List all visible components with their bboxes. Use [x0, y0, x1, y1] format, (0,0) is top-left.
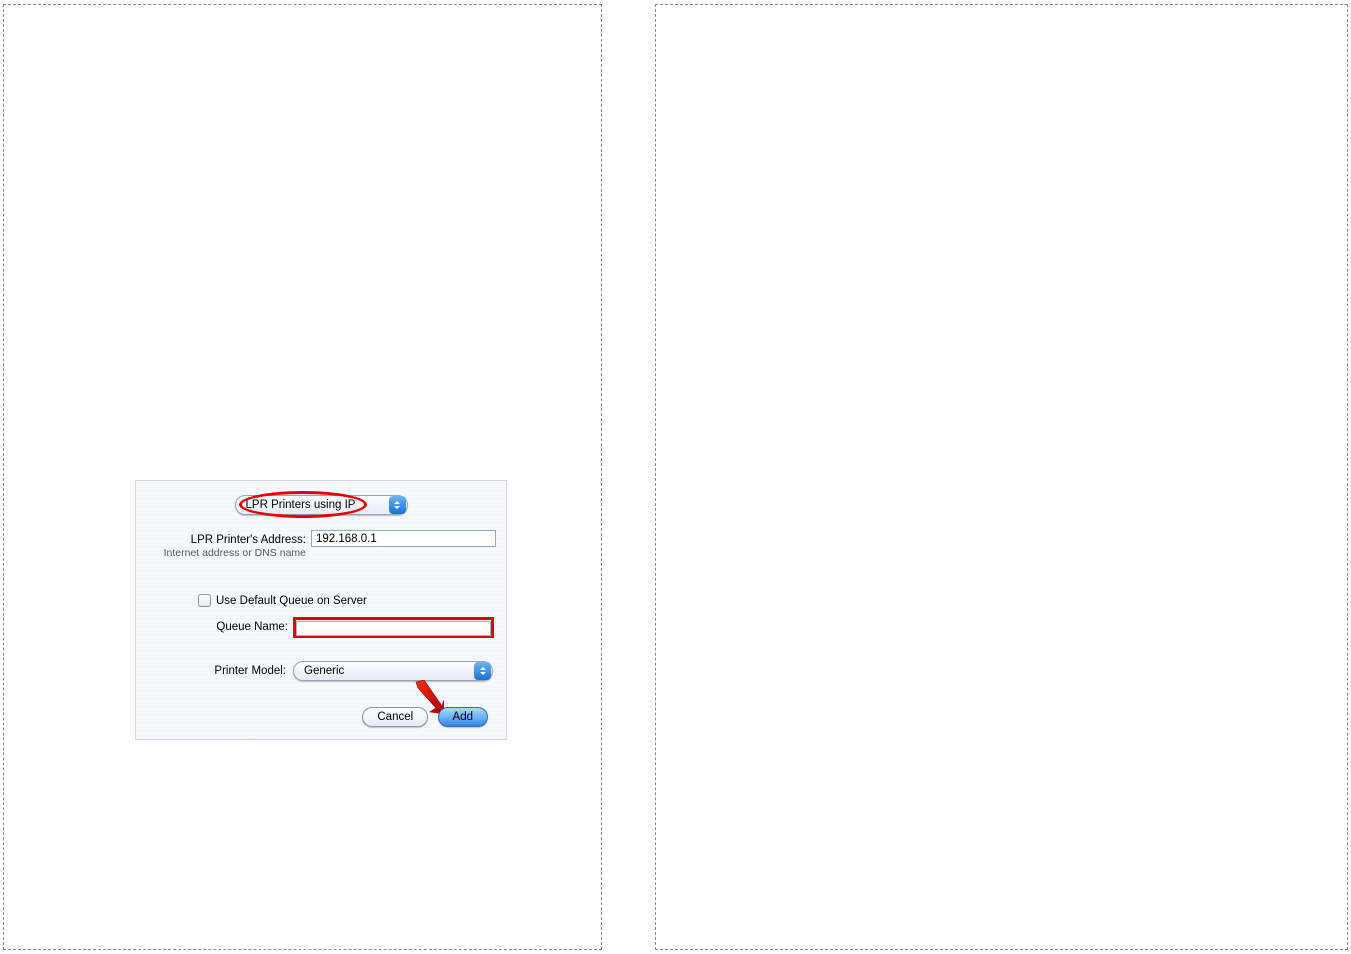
address-labels: LPR Printer's Address: Internet address … — [136, 530, 306, 559]
dialog-buttons: Cancel Add — [356, 707, 488, 727]
address-input[interactable] — [311, 530, 496, 547]
page-frame-left — [3, 4, 602, 950]
printer-model-value: Generic — [304, 665, 474, 677]
printer-add-dialog: LPR Printers using IP LPR Printer's Addr… — [135, 480, 507, 740]
address-label: LPR Printer's Address: — [136, 530, 306, 546]
default-queue-row: Use Default Queue on Server — [198, 594, 367, 607]
printer-model-select[interactable]: Generic — [293, 661, 493, 681]
updown-arrows-icon — [389, 496, 406, 514]
connection-type-select[interactable]: LPR Printers using IP — [235, 495, 408, 515]
default-queue-checkbox[interactable] — [198, 594, 211, 607]
add-button[interactable]: Add — [438, 707, 488, 727]
default-queue-label: Use Default Queue on Server — [216, 595, 367, 607]
cancel-button[interactable]: Cancel — [362, 707, 428, 727]
model-label: Printer Model: — [136, 665, 286, 677]
connection-type-value: LPR Printers using IP — [246, 499, 362, 511]
queue-name-input[interactable] — [296, 621, 491, 636]
annotation-red-rectangle — [293, 617, 494, 638]
page-frame-right — [655, 4, 1348, 950]
updown-arrows-icon — [474, 662, 491, 680]
connection-type-row: LPR Printers using IP — [136, 495, 506, 515]
queue-name-label: Queue Name: — [136, 621, 288, 633]
address-hint: Internet address or DNS name — [136, 546, 306, 559]
